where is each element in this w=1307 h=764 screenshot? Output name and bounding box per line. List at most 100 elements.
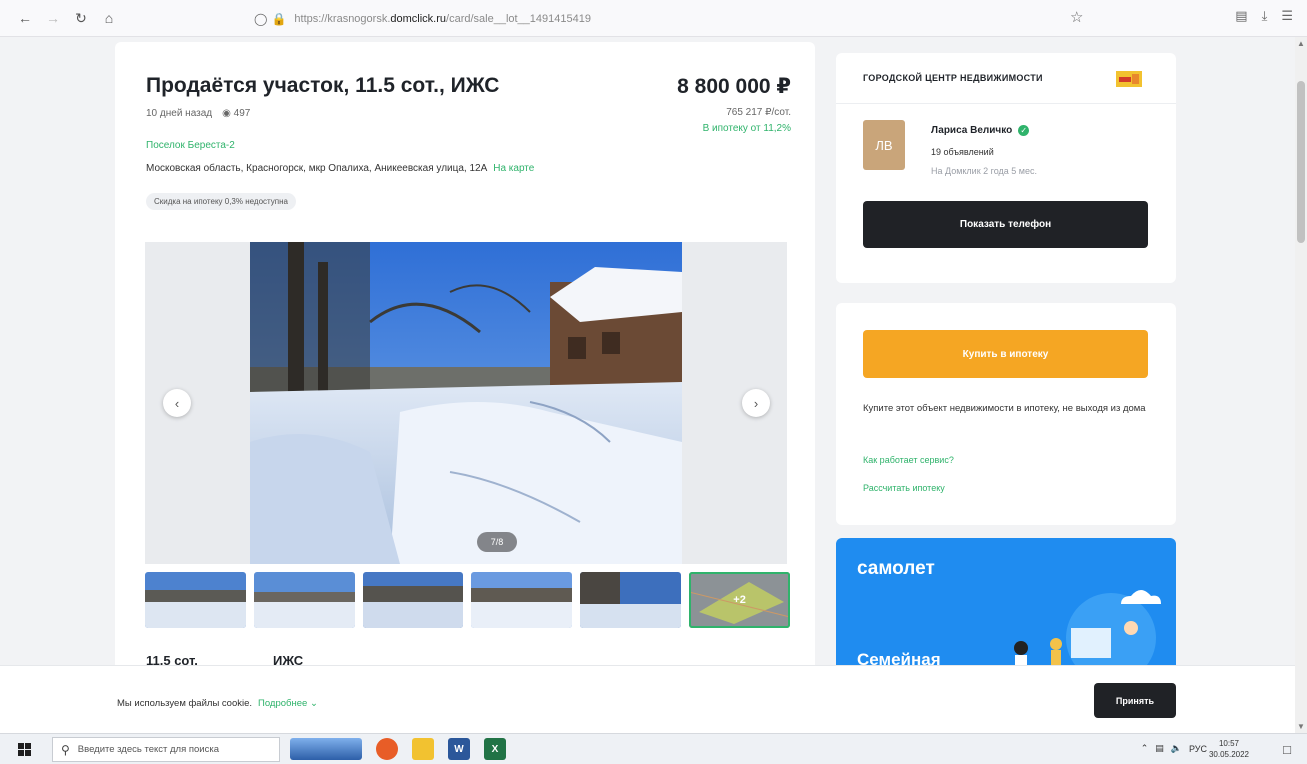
clock-time: 10:57 — [1218, 739, 1239, 748]
excel-icon[interactable]: X — [484, 738, 506, 760]
address: Московская область, Красногорск, мкр Опа… — [146, 163, 534, 174]
listing-price: 8 800 000 ₽ — [677, 75, 791, 98]
chevron-up-icon[interactable]: ⌃ — [1141, 743, 1149, 754]
listing-card: Продаётся участок, 11.5 сот., ИЖС 8 800 … — [115, 42, 815, 672]
map-link[interactable]: На карте — [493, 163, 534, 174]
agent-since: На Домклик 2 года 5 мес. — [931, 166, 1038, 176]
cookie-bar: Мы используем файлы cookie. Подробнее ⌄ П… — [0, 665, 1295, 733]
photo-counter: 7/8 — [477, 532, 517, 552]
search-icon: ⚲ — [61, 742, 70, 757]
url-prefix: https://krasnogorsk. — [294, 13, 391, 25]
browser-toolbar: ← → ↻ ⌂ ◯ 🔒 https://krasnogorsk. domclick… — [0, 0, 1307, 37]
agent-ads-count[interactable]: 19 объявлений — [931, 147, 994, 157]
file-explorer-icon[interactable] — [412, 738, 434, 760]
price-per-sotka: 765 217 ₽/сот. — [726, 107, 791, 118]
thumbnail-strip: +2 — [145, 572, 790, 628]
agency-logo — [1116, 71, 1142, 87]
agency-name[interactable]: ГОРОДСКОЙ ЦЕНТР НЕДВИЖИМОСТИ — [863, 73, 1043, 83]
extensions-icon[interactable]: ☰ — [1281, 8, 1293, 24]
back-icon[interactable]: ← — [14, 7, 36, 29]
reload-icon[interactable]: ↻ — [70, 7, 92, 29]
calculate-mortgage-link[interactable]: Рассчитать ипотеку — [863, 483, 945, 493]
mortgage-from-link[interactable]: В ипотеку от 11,2% — [703, 123, 791, 134]
village-link[interactable]: Поселок Береста-2 — [146, 140, 235, 151]
agent-name[interactable]: Лариса Величко ✓ — [931, 125, 1030, 136]
taskbar-search[interactable]: ⚲ Введите здесь текст для поиска — [52, 737, 280, 762]
keyboard-lang[interactable]: РУС — [1189, 744, 1207, 754]
firefox-icon[interactable] — [376, 738, 398, 760]
thumbnail[interactable] — [471, 572, 573, 628]
speaker-icon[interactable]: 🔈 — [1171, 743, 1182, 754]
main-photo[interactable] — [250, 242, 682, 564]
thumbnail-image — [471, 572, 573, 628]
cookie-message: Мы используем файлы cookie. — [117, 698, 253, 709]
views: ◉ 497 — [222, 108, 250, 119]
lock-icon: 🔒 — [271, 12, 287, 26]
thumbnail[interactable] — [253, 572, 355, 628]
system-tray: ⌃ ▤ 🔈 РУС — [1141, 743, 1207, 754]
network-icon[interactable]: ▤ — [1155, 743, 1164, 754]
thumbnail-image — [253, 572, 355, 628]
cookie-text: Мы используем файлы cookie. Подробнее ⌄ — [117, 698, 318, 709]
thumbnail-image — [362, 572, 464, 628]
chevron-down-icon: ⌄ — [309, 698, 318, 709]
windows-start-icon[interactable] — [18, 743, 31, 756]
thumbnail-map-more[interactable]: +2 — [689, 572, 790, 628]
buy-mortgage-button[interactable]: Купить в ипотеку — [863, 330, 1148, 378]
thumbnail[interactable] — [580, 572, 682, 628]
notification-icon[interactable]: □ — [1283, 742, 1291, 757]
scroll-up-icon[interactable]: ▲ — [1297, 39, 1305, 48]
listing-title: Продаётся участок, 11.5 сот., ИЖС — [146, 74, 500, 97]
taskbar-apps: W X — [290, 738, 506, 760]
posted-date: 10 дней назад — [146, 108, 213, 119]
prev-photo-button[interactable]: ‹ — [163, 389, 191, 417]
verified-check-icon: ✓ — [1018, 125, 1030, 136]
agency-card: ГОРОДСКОЙ ЦЕНТР НЕДВИЖИМОСТИ ЛВ Лариса В… — [836, 53, 1176, 283]
clock-date: 30.05.2022 — [1208, 750, 1249, 759]
ad-brand: самолет — [857, 558, 935, 579]
cookie-more-link[interactable]: Подробнее ⌄ — [258, 698, 318, 709]
bookmark-star-icon[interactable]: ☆ — [1070, 8, 1083, 26]
scroll-down-icon[interactable]: ▼ — [1297, 722, 1305, 731]
eye-icon: ◉ — [222, 108, 231, 119]
agent-avatar[interactable]: ЛВ — [863, 120, 905, 170]
thumbnail-image — [580, 572, 682, 628]
more-photos-count: +2 — [733, 594, 746, 606]
nav-group: ← → ↻ ⌂ — [14, 7, 120, 29]
download-icon[interactable]: ⤓ — [1262, 8, 1268, 24]
photo-gallery[interactable]: ‹ › 7/8 — [145, 242, 787, 564]
windows-taskbar: ⚲ Введите здесь текст для поиска W X ⌃ ▤… — [0, 733, 1307, 764]
task-view-thumbnail-icon[interactable] — [290, 738, 362, 760]
forward-icon[interactable]: → — [42, 7, 64, 29]
scroll-thumb[interactable] — [1297, 81, 1305, 243]
taskbar-clock[interactable]: 10:57 30.05.2022 — [1209, 738, 1249, 760]
thumbnail-image — [145, 572, 246, 628]
shield-icon: ◯ — [254, 12, 268, 26]
pocket-icon[interactable]: ▤ — [1235, 8, 1247, 24]
url-domain: domclick.ru — [390, 13, 447, 25]
mortgage-description: Купите этот объект недвижимости в ипотек… — [863, 403, 1146, 414]
thumbnail[interactable] — [362, 572, 464, 628]
discount-badge: Скидка на ипотеку 0,3% недоступна — [146, 193, 296, 210]
show-phone-button[interactable]: Показать телефон — [863, 201, 1148, 248]
cookie-more-text: Подробнее — [258, 698, 308, 709]
page-scrollbar[interactable]: ▲ ▼ — [1295, 37, 1307, 733]
ad-illustration — [1014, 590, 1161, 672]
word-icon[interactable]: W — [448, 738, 470, 760]
accept-cookies-button[interactable]: Принять — [1094, 683, 1176, 718]
thumbnail[interactable] — [145, 572, 246, 628]
agent-name-text: Лариса Величко — [931, 125, 1013, 136]
listing-meta: 10 дней назад ◉ 497 — [146, 108, 250, 119]
mortgage-card: Купить в ипотеку Купите этот объект недв… — [836, 303, 1176, 525]
taskbar-search-placeholder: Введите здесь текст для поиска — [77, 744, 220, 755]
toolbar-right: ▤ ⤓ ☰ — [1235, 8, 1293, 24]
address-bar[interactable]: ◯ 🔒 https://krasnogorsk. domclick.ru/card… — [254, 8, 1084, 30]
url-suffix: /card/sale__lot__1491415419 — [446, 13, 591, 25]
how-it-works-link[interactable]: Как работает сервис? — [863, 455, 954, 465]
home-icon[interactable]: ⌂ — [98, 7, 120, 29]
next-photo-button[interactable]: › — [742, 389, 770, 417]
views-count: 497 — [233, 108, 251, 119]
address-text: Московская область, Красногорск, мкр Опа… — [146, 163, 488, 174]
ad-banner[interactable]: самолет Семейная — [836, 538, 1176, 672]
snow-landscape-photo — [250, 242, 682, 564]
